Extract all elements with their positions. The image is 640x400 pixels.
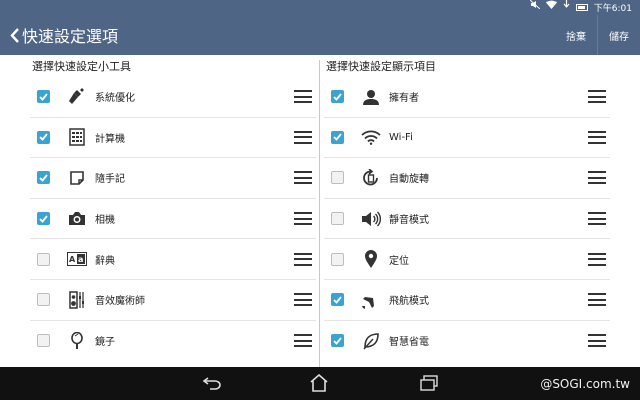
drag-handle-icon[interactable] bbox=[588, 293, 606, 307]
display-item-row: Wi-Fi bbox=[324, 118, 610, 159]
display-item-label: 自動旋轉 bbox=[389, 174, 429, 186]
drag-handle-icon[interactable] bbox=[294, 252, 312, 266]
display-item-label: Wi-Fi bbox=[389, 131, 413, 143]
widget-item-label: 系統優化 bbox=[95, 93, 135, 105]
checkbox[interactable] bbox=[331, 130, 344, 144]
checkbox[interactable] bbox=[331, 212, 344, 226]
checkbox[interactable] bbox=[37, 293, 50, 307]
widget-item-label: 相機 bbox=[95, 215, 115, 227]
svg-text:a: a bbox=[78, 255, 83, 264]
status-bar: 下午6:01 bbox=[0, 0, 640, 15]
widget-item-row: 鏡子 bbox=[30, 321, 316, 362]
page-title: 快速設定選項 bbox=[22, 27, 119, 46]
watermark: @SOGI.com.tw bbox=[540, 377, 630, 391]
nav-home-icon[interactable] bbox=[308, 373, 330, 393]
calculator-icon bbox=[67, 127, 87, 147]
drag-handle-icon[interactable] bbox=[294, 293, 312, 307]
clock: 下午6:01 bbox=[593, 4, 632, 14]
checkbox[interactable] bbox=[37, 90, 50, 104]
checkbox[interactable] bbox=[37, 171, 50, 185]
display-item-label: 靜音模式 bbox=[389, 215, 429, 227]
drag-handle-icon[interactable] bbox=[588, 334, 606, 348]
battery-icon bbox=[575, 4, 588, 11]
display-item-row: 擁有者 bbox=[324, 77, 610, 118]
section-title-widgets: 選擇快速設定小工具 bbox=[32, 60, 131, 73]
system-nav-bar: @SOGI.com.tw bbox=[0, 367, 640, 400]
location-icon bbox=[361, 249, 381, 269]
checkbox[interactable] bbox=[37, 252, 50, 266]
camera-icon bbox=[67, 209, 87, 229]
widget-item-row: Aa 辭典 bbox=[30, 239, 316, 280]
leaf-icon bbox=[361, 331, 381, 351]
panel-divider bbox=[319, 60, 320, 367]
nav-back-icon[interactable] bbox=[201, 373, 223, 393]
svg-text:A: A bbox=[69, 255, 76, 264]
checkbox[interactable] bbox=[331, 171, 344, 185]
mute-icon bbox=[529, 0, 541, 15]
drag-handle-icon[interactable] bbox=[588, 252, 606, 266]
drag-handle-icon[interactable] bbox=[294, 90, 312, 104]
widget-item-row: 系統優化 bbox=[30, 77, 316, 118]
checkbox[interactable] bbox=[331, 90, 344, 104]
back-arrow-icon[interactable] bbox=[0, 15, 22, 55]
drag-handle-icon[interactable] bbox=[588, 130, 606, 144]
checkbox[interactable] bbox=[331, 293, 344, 307]
person-icon bbox=[361, 87, 381, 107]
display-item-row: 自動旋轉 bbox=[324, 158, 610, 199]
wifi-icon bbox=[545, 0, 557, 15]
widget-item-row: 計算機 bbox=[30, 118, 316, 159]
drag-handle-icon[interactable] bbox=[588, 212, 606, 226]
display-item-row: 定位 bbox=[324, 239, 610, 280]
widget-item-label: 音效魔術師 bbox=[95, 296, 145, 308]
widget-list-panel: 選擇快速設定小工具 系統優化計算機隨手記相機 Aa 辭典音效魔術師鏡子 bbox=[30, 55, 316, 367]
equalizer-icon bbox=[67, 290, 87, 310]
action-buttons: 捨棄 儲存 bbox=[555, 15, 640, 55]
checkbox[interactable] bbox=[331, 252, 344, 266]
section-title-display-items: 選擇快速設定顯示項目 bbox=[326, 60, 436, 73]
drag-handle-icon[interactable] bbox=[588, 171, 606, 185]
checkbox[interactable] bbox=[37, 334, 50, 348]
rotate-icon bbox=[361, 168, 381, 188]
note-icon bbox=[67, 168, 87, 188]
dictionary-icon: Aa bbox=[67, 249, 87, 269]
widget-item-row: 隨手記 bbox=[30, 158, 316, 199]
mirror-icon bbox=[67, 331, 87, 351]
settings-content: 選擇快速設定小工具 系統優化計算機隨手記相機 Aa 辭典音效魔術師鏡子 選擇快速設定… bbox=[0, 55, 640, 367]
widget-item-label: 隨手記 bbox=[95, 174, 125, 186]
display-item-label: 擁有者 bbox=[389, 93, 419, 105]
widget-item-label: 辭典 bbox=[95, 255, 115, 267]
wifi-icon bbox=[361, 127, 381, 147]
display-item-label: 智慧省電 bbox=[389, 337, 429, 349]
widget-item-label: 計算機 bbox=[95, 133, 125, 145]
widget-item-row: 相機 bbox=[30, 199, 316, 240]
drag-handle-icon[interactable] bbox=[294, 171, 312, 185]
widget-item-row: 音效魔術師 bbox=[30, 280, 316, 321]
drag-handle-icon[interactable] bbox=[294, 212, 312, 226]
action-bar: 快速設定選項 捨棄 儲存 bbox=[0, 15, 640, 55]
discard-button[interactable]: 捨棄 bbox=[555, 15, 597, 55]
drag-handle-icon[interactable] bbox=[588, 90, 606, 104]
save-button[interactable]: 儲存 bbox=[597, 15, 640, 55]
drag-handle-icon[interactable] bbox=[294, 130, 312, 144]
download-icon bbox=[563, 0, 570, 15]
display-item-label: 飛航模式 bbox=[389, 296, 429, 308]
checkbox[interactable] bbox=[37, 212, 50, 226]
display-items-panel: 選擇快速設定顯示項目 擁有者 Wi-Fi 自動旋轉靜音模式定位飛航模式智慧省電 bbox=[324, 55, 610, 367]
speaker-icon bbox=[361, 209, 381, 229]
drag-handle-icon[interactable] bbox=[294, 334, 312, 348]
nav-recent-apps-icon[interactable] bbox=[418, 373, 440, 393]
display-item-label: 定位 bbox=[389, 255, 409, 267]
display-item-row: 靜音模式 bbox=[324, 199, 610, 240]
checkbox[interactable] bbox=[37, 130, 50, 144]
checkbox[interactable] bbox=[331, 334, 344, 348]
widget-item-label: 鏡子 bbox=[95, 337, 115, 349]
display-item-row: 飛航模式 bbox=[324, 280, 610, 321]
broom-icon bbox=[67, 87, 87, 107]
display-item-row: 智慧省電 bbox=[324, 321, 610, 362]
airplane-icon bbox=[361, 290, 381, 310]
